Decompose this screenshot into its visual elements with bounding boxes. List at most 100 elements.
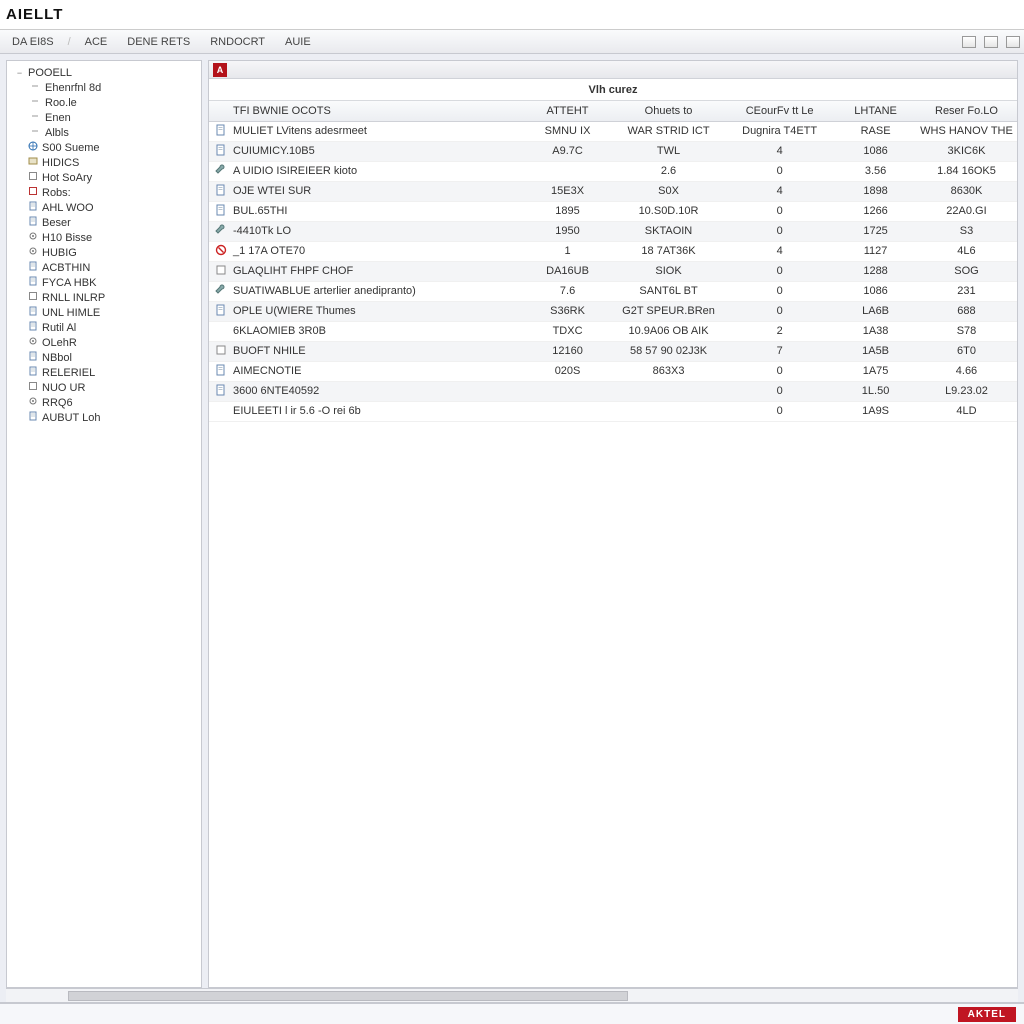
row-name: OJE WTEI SUR	[233, 185, 311, 197]
menu-item-0[interactable]: DA EI8S	[4, 34, 62, 50]
tree-item-icon	[31, 111, 41, 124]
tree-item-label: NUO UR	[42, 382, 85, 394]
col-header-5[interactable]: Reser Fo.LO	[916, 101, 1017, 121]
tree-item[interactable]: Hot SoAry	[9, 170, 199, 185]
col-header-1[interactable]: ATTEHT	[522, 101, 613, 121]
tree-root[interactable]: − POOELL	[9, 65, 199, 80]
tree-item[interactable]: Enen	[9, 110, 199, 125]
table-row[interactable]: A UIDIO ISIREIEER kioto2.603.561.84 16OK…	[209, 161, 1017, 181]
row-name: GLAQLIHT FHPF CHOF	[233, 265, 353, 277]
tree-item[interactable]: AHL WOO	[9, 200, 199, 215]
col-header-4[interactable]: LHTANE	[835, 101, 916, 121]
row-c2: 58 57 90 02J3K	[613, 341, 724, 361]
table-row[interactable]: 6KLAOMIEB 3R0BTDXC10.9A06 OB AIK21A38S78	[209, 321, 1017, 341]
tree-item-icon	[28, 381, 38, 394]
tree-item[interactable]: ACBTHIN	[9, 260, 199, 275]
window-minimize-icon[interactable]	[962, 36, 976, 48]
row-icon	[215, 224, 227, 239]
panel-subtitle: Vlh curez	[209, 84, 1017, 96]
row-c4: 1898	[835, 181, 916, 201]
row-name: -4410Tk LO	[233, 225, 291, 237]
row-c1: 020S	[522, 361, 613, 381]
row-c5: 4.66	[916, 361, 1017, 381]
tree-item[interactable]: AUBUT Loh	[9, 410, 199, 425]
tree-item-icon	[28, 231, 38, 244]
tree-item-label: Hot SoAry	[42, 172, 92, 184]
table-row[interactable]: OJE WTEI SUR15E3XS0X418988630K	[209, 181, 1017, 201]
tree-item-label: HIDICS	[42, 157, 79, 169]
row-icon	[215, 124, 227, 139]
tree-item-icon	[28, 201, 38, 214]
row-c4: 1L.50	[835, 381, 916, 401]
tree-item[interactable]: Robs:	[9, 185, 199, 200]
tree-item[interactable]: FYCA HBK	[9, 275, 199, 290]
menu-item-2[interactable]: DENE RETS	[119, 34, 198, 50]
row-c3: 0	[724, 221, 835, 241]
tree-item[interactable]: RELERIEL	[9, 365, 199, 380]
window-close-icon[interactable]	[1006, 36, 1020, 48]
table-row[interactable]: _1 17A OTE70118 7AT36K411274L6	[209, 241, 1017, 261]
tree-item[interactable]: Roo.le	[9, 95, 199, 110]
horizontal-scrollbar[interactable]	[6, 988, 1018, 1002]
row-icon	[215, 264, 227, 279]
tree-item[interactable]: HUBIG	[9, 245, 199, 260]
row-c3: 7	[724, 341, 835, 361]
menu-item-4[interactable]: AUIE	[277, 34, 319, 50]
row-name: SUATIWABLUE arterlier anedipranto)	[233, 285, 416, 297]
table-row[interactable]: CUIUMICY.10B5A9.7CTWL410863KIC6K	[209, 141, 1017, 161]
tree-item[interactable]: RRQ6	[9, 395, 199, 410]
row-c2: 2.6	[613, 161, 724, 181]
col-header-0[interactable]: TFI BWNIE OCOTS	[209, 101, 522, 121]
tree-item-icon	[31, 96, 41, 109]
table-row[interactable]: BUOFT NHILE1216058 57 90 02J3K71A5B6T0	[209, 341, 1017, 361]
row-c5: 688	[916, 301, 1017, 321]
row-c2: G2T SPEUR.BRen	[613, 301, 724, 321]
tree-item-icon	[28, 186, 38, 199]
tree-item[interactable]: S00 Sueme	[9, 140, 199, 155]
row-name: 6KLAOMIEB 3R0B	[233, 325, 326, 337]
tree-item[interactable]: Rutil Al	[9, 320, 199, 335]
table-row[interactable]: -4410Tk LO1950SKTAOIN01725S3	[209, 221, 1017, 241]
tree-item-icon	[28, 411, 38, 424]
col-header-3[interactable]: CEourFv tt Le	[724, 101, 835, 121]
row-c4: 1A38	[835, 321, 916, 341]
collapse-icon[interactable]: −	[15, 68, 24, 78]
tree-item[interactable]: HIDICS	[9, 155, 199, 170]
col-header-2[interactable]: Ohuets to	[613, 101, 724, 121]
row-c4: RASE	[835, 121, 916, 141]
table-row[interactable]: EIULEETI l ir 5.6 -O rei 6b01A9S4LD	[209, 401, 1017, 421]
scrollbar-thumb[interactable]	[68, 991, 628, 1001]
tree-item[interactable]: Beser	[9, 215, 199, 230]
table-row[interactable]: SUATIWABLUE arterlier anedipranto)7.6SAN…	[209, 281, 1017, 301]
tree-item[interactable]: Albls	[9, 125, 199, 140]
row-c4: 1A5B	[835, 341, 916, 361]
table-row[interactable]: BUL.65THI189510.S0D.10R0126622A0.GI	[209, 201, 1017, 221]
tree-item-label: NBbol	[42, 352, 72, 364]
row-c2	[613, 401, 724, 421]
menu-item-3[interactable]: RNDOCRT	[202, 34, 273, 50]
menu-item-1[interactable]: ACE	[77, 34, 116, 50]
tree-item-icon	[28, 261, 38, 274]
row-name: OPLE U(WIERE Thumes	[233, 305, 356, 317]
table-row[interactable]: AIMECNOTIE020S863X301A754.66	[209, 361, 1017, 381]
row-c5: 1.84 16OK5	[916, 161, 1017, 181]
table-row[interactable]: 3600 6NTE4059201L.50L9.23.02	[209, 381, 1017, 401]
row-icon	[215, 204, 227, 219]
row-c5: 3KIC6K	[916, 141, 1017, 161]
tree-item-label: AUBUT Loh	[42, 412, 101, 424]
tree-item[interactable]: UNL HIMLE	[9, 305, 199, 320]
tree-item[interactable]: Ehenrfnl 8d	[9, 80, 199, 95]
tree-item[interactable]: RNLL INLRP	[9, 290, 199, 305]
tree-item-label: RRQ6	[42, 397, 73, 409]
data-grid: TFI BWNIE OCOTS ATTEHT Ohuets to CEourFv…	[209, 101, 1017, 422]
tree-item[interactable]: NBbol	[9, 350, 199, 365]
window-maximize-icon[interactable]	[984, 36, 998, 48]
table-row[interactable]: MULIET LVitens adesrmeetSMNU IXWAR STRID…	[209, 121, 1017, 141]
table-row[interactable]: OPLE U(WIERE ThumesS36RKG2T SPEUR.BRen0L…	[209, 301, 1017, 321]
row-c5: L9.23.02	[916, 381, 1017, 401]
row-c5: 4LD	[916, 401, 1017, 421]
table-row[interactable]: GLAQLIHT FHPF CHOFDA16UBSIOK01288SOG	[209, 261, 1017, 281]
tree-item[interactable]: NUO UR	[9, 380, 199, 395]
tree-item[interactable]: H10 Bisse	[9, 230, 199, 245]
tree-item[interactable]: OLehR	[9, 335, 199, 350]
